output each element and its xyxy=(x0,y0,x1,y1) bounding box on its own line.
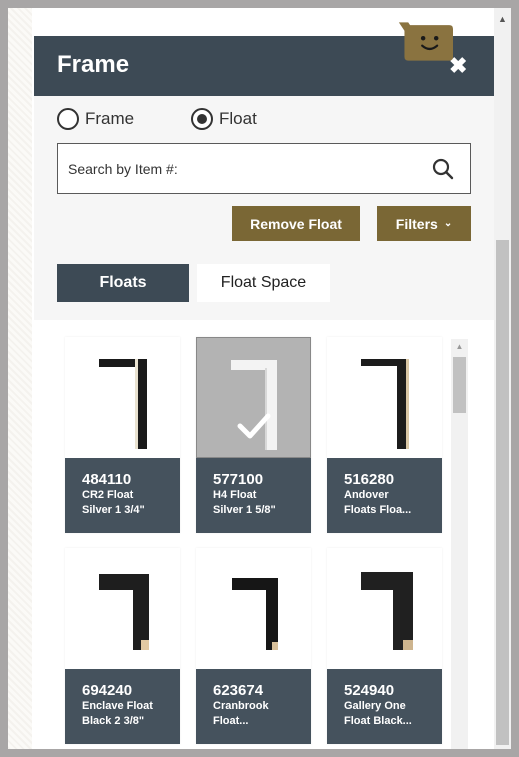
item-caption: 516280 Andover Floats Floa... xyxy=(327,458,442,533)
item-name: Andover Floats Floa... xyxy=(344,489,412,516)
chevron-down-icon: ⌄ xyxy=(443,218,453,229)
tab-float-space[interactable]: Float Space xyxy=(197,264,330,302)
radio-float[interactable]: Float xyxy=(191,108,257,130)
item-thumbnail xyxy=(65,548,180,669)
tab-floats-label: Floats xyxy=(99,274,147,291)
item-caption: 623674 Cranbrook Float... xyxy=(196,669,311,744)
item-thumbnail xyxy=(65,337,180,458)
item-thumbnail xyxy=(196,337,311,458)
item-number: 623674 xyxy=(213,682,264,699)
item-name: Enclave Float Black 2 3/8" xyxy=(82,700,153,727)
item-name: CR2 Float Silver 1 3/4" xyxy=(82,489,145,516)
radio-float-circle[interactable] xyxy=(191,108,213,130)
item-card[interactable]: 516280 Andover Floats Floa... xyxy=(327,337,442,533)
radio-frame[interactable]: Frame xyxy=(57,108,134,130)
item-thumbnail xyxy=(196,548,311,669)
item-number: 484110 xyxy=(82,471,132,488)
remove-float-button[interactable]: Remove Float xyxy=(232,206,360,241)
grid-scrollbar[interactable]: ▲ xyxy=(451,339,468,749)
moulding-icon xyxy=(361,572,413,650)
search-box xyxy=(57,143,471,194)
panel-title: Frame xyxy=(57,51,130,78)
item-card[interactable]: 694240 Enclave Float Black 2 3/8" xyxy=(65,548,180,744)
grid-scroll-thumb[interactable] xyxy=(453,357,466,413)
scroll-up-arrow-icon[interactable]: ▲ xyxy=(494,14,511,24)
item-name: H4 Float Silver 1 5/8" xyxy=(213,489,276,516)
radio-frame-circle[interactable] xyxy=(57,108,79,130)
item-caption: 577100 H4 Float Silver 1 5/8" xyxy=(196,458,311,533)
page-scroll-thumb[interactable] xyxy=(496,240,509,745)
item-thumbnail xyxy=(327,548,442,669)
item-name: Gallery One Float Black... xyxy=(344,700,412,727)
filters-button[interactable]: Filters ⌄ xyxy=(377,206,471,241)
search-input[interactable] xyxy=(68,144,418,193)
radio-float-label: Float xyxy=(219,109,257,128)
item-card-selected[interactable]: 577100 H4 Float Silver 1 5/8" xyxy=(196,337,311,533)
remove-float-label: Remove Float xyxy=(250,215,342,232)
moulding-icon xyxy=(232,578,278,650)
item-number: 577100 xyxy=(213,471,264,488)
item-number: 524940 xyxy=(344,682,395,699)
item-name: Cranbrook Float... xyxy=(213,700,269,727)
check-icon xyxy=(237,413,271,439)
moulding-icon xyxy=(99,359,147,449)
item-number: 516280 xyxy=(344,471,395,488)
page-scrollbar[interactable]: ▲ xyxy=(494,8,511,749)
radio-frame-label: Frame xyxy=(85,109,135,128)
moulding-icon xyxy=(99,574,149,650)
item-number: 694240 xyxy=(82,682,133,699)
filters-label: Filters xyxy=(395,215,438,232)
background-texture xyxy=(8,8,32,749)
item-thumbnail xyxy=(327,337,442,458)
moulding-icon xyxy=(361,359,409,449)
item-caption: 524940 Gallery One Float Black... xyxy=(327,669,442,744)
item-card[interactable]: 623674 Cranbrook Float... xyxy=(196,548,311,744)
helper-bot-icon[interactable] xyxy=(397,19,453,63)
item-card[interactable]: 524940 Gallery One Float Black... xyxy=(327,548,442,744)
tab-float-space-label: Float Space xyxy=(220,274,307,291)
grid-scroll-up-icon[interactable]: ▲ xyxy=(451,342,468,351)
item-card[interactable]: 484110 CR2 Float Silver 1 3/4" xyxy=(65,337,180,533)
item-caption: 484110 CR2 Float Silver 1 3/4" xyxy=(65,458,180,533)
tab-floats[interactable]: Floats xyxy=(57,264,189,302)
search-icon[interactable] xyxy=(432,158,454,180)
item-caption: 694240 Enclave Float Black 2 3/8" xyxy=(65,669,180,744)
